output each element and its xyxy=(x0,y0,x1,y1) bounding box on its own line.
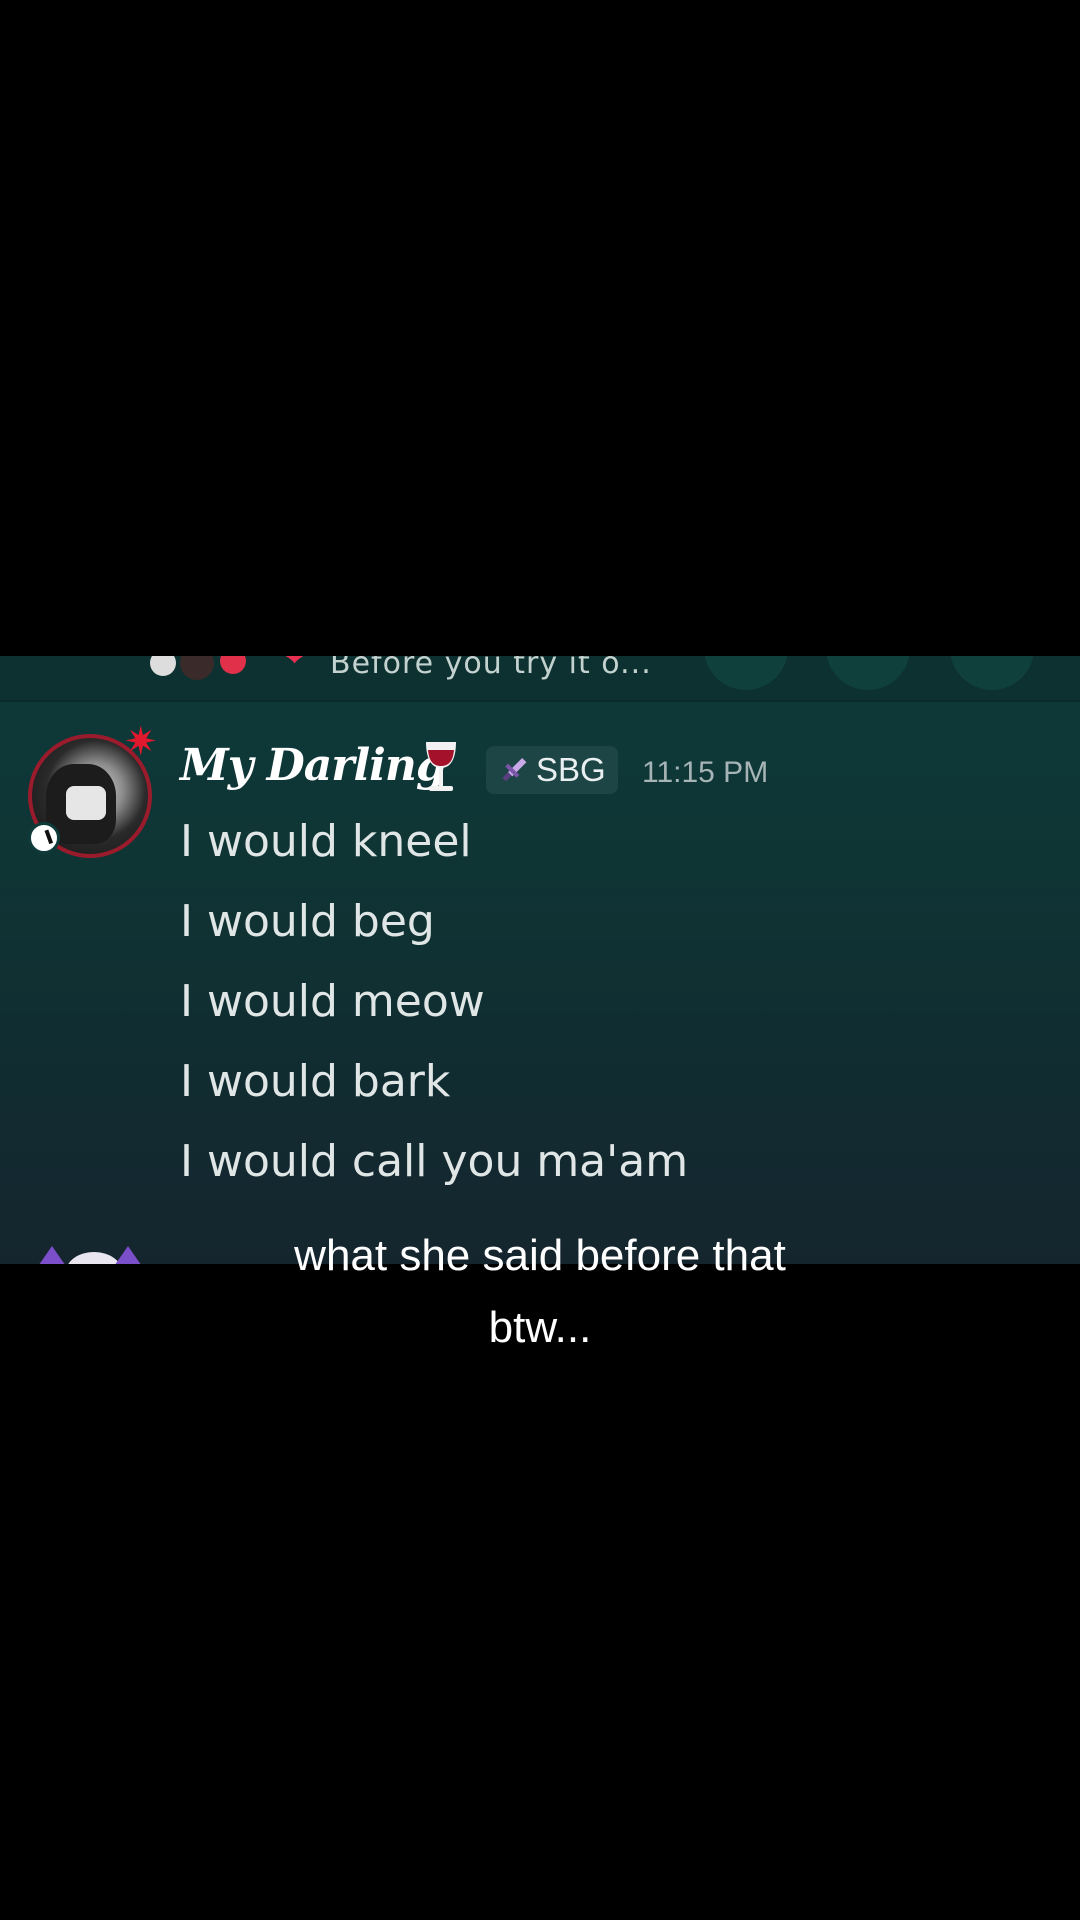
sword-icon xyxy=(502,757,527,782)
message-author[interactable]: My Darling xyxy=(180,740,447,791)
anger-icon: ✷ xyxy=(124,719,158,765)
wine-glass-icon xyxy=(426,742,456,791)
status-icon xyxy=(28,822,60,854)
reaction-avatar xyxy=(180,656,214,680)
message-line: I would meow xyxy=(180,976,485,1027)
reaction-button[interactable] xyxy=(826,656,910,690)
caption-line: btw... xyxy=(488,1303,592,1352)
reaction-button[interactable] xyxy=(704,656,788,690)
message-line: I would kneel xyxy=(180,816,472,867)
heart-icon: ❤ xyxy=(282,656,308,674)
role-label: SBG xyxy=(536,751,606,788)
reaction-avatar xyxy=(220,656,246,674)
avatar[interactable]: ✷ xyxy=(28,722,158,858)
message-line: I would call you ma'am xyxy=(180,1136,689,1187)
divider xyxy=(0,700,1080,702)
reply-preview-text: Before you try it o... xyxy=(330,656,652,681)
reaction-button[interactable] xyxy=(950,656,1034,690)
role-tag[interactable]: SBG xyxy=(486,746,618,794)
message-line: I would bark xyxy=(180,1056,451,1107)
chat-screenshot: ❤ Before you try it o... ✷ My Darling SB… xyxy=(0,656,1080,1264)
avatar-face xyxy=(66,786,106,820)
message-timestamp: 11:15 PM xyxy=(642,756,769,789)
caption-line: what she said before that xyxy=(294,1231,786,1280)
reply-preview[interactable]: ❤ Before you try it o... xyxy=(0,656,1080,700)
video-caption: what she said before that btw... xyxy=(0,1220,1080,1364)
reaction-avatar xyxy=(150,656,176,676)
message-line: I would beg xyxy=(180,896,435,947)
